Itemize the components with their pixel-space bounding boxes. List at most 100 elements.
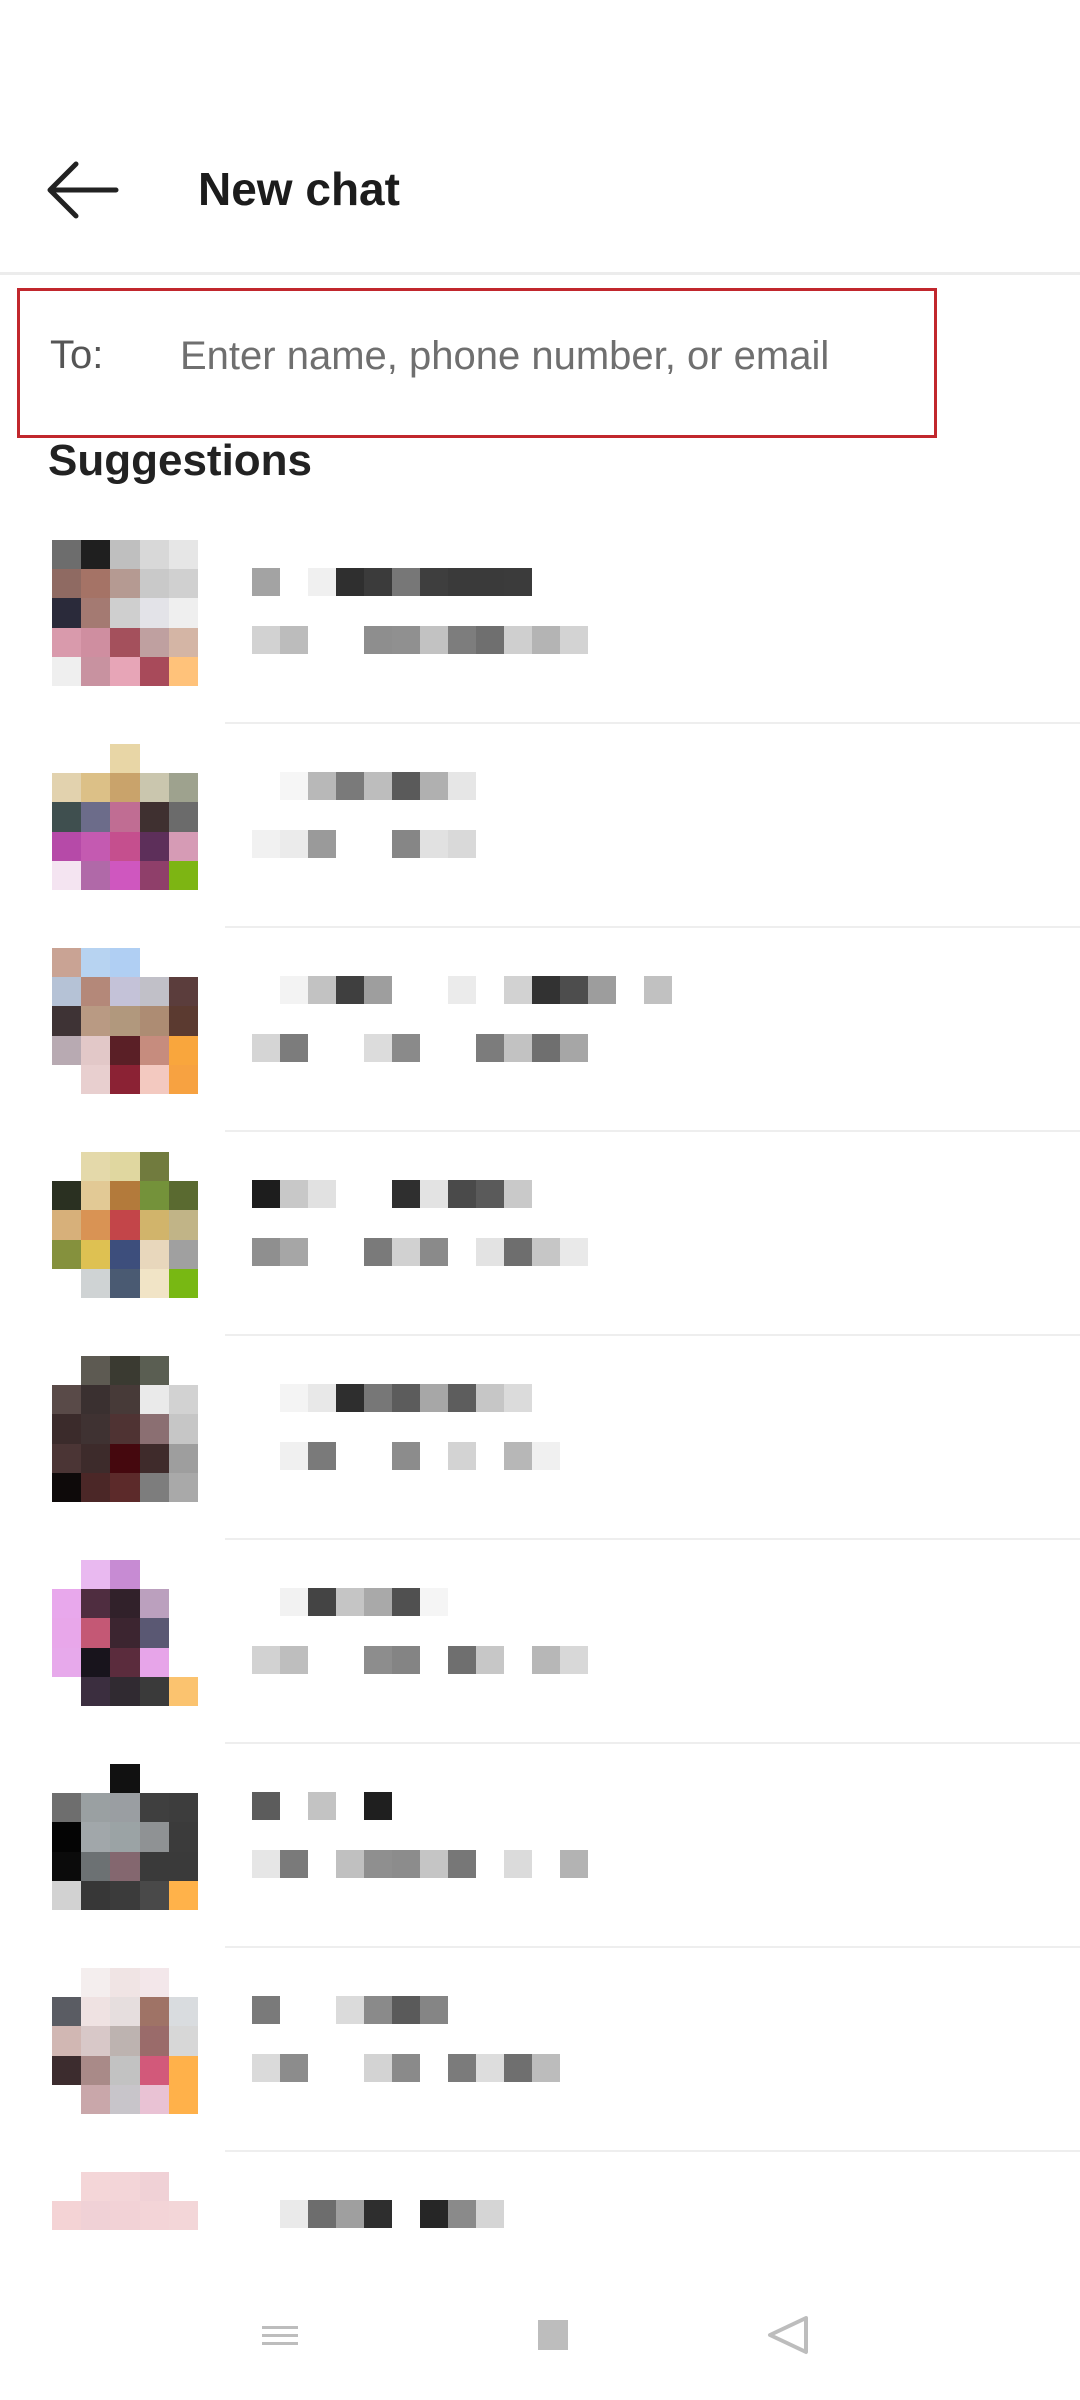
avatar-pixel (110, 1997, 140, 2027)
avatar-pixel (139, 598, 169, 628)
redaction-block (252, 976, 280, 1004)
avatar-pixel (110, 1385, 140, 1415)
contact-suggestion-row[interactable] (0, 1336, 1080, 1540)
redaction-block (392, 772, 420, 800)
contact-suggestion-row[interactable] (0, 1948, 1080, 2152)
suggestions-list (0, 520, 1080, 2356)
redaction-block (308, 1792, 336, 1820)
redaction-block (308, 830, 336, 858)
avatar-pixel (139, 2055, 169, 2085)
avatar-pixel (52, 744, 82, 774)
contact-suggestion-row[interactable] (0, 1744, 1080, 1948)
avatar-pixel (52, 1356, 82, 1386)
contact-suggestion-row[interactable] (0, 724, 1080, 928)
redaction-block (364, 1442, 392, 1470)
redaction-block (252, 1384, 280, 1412)
avatar-pixel (52, 773, 82, 803)
avatar-pixel (52, 1676, 82, 1706)
redaction-block (336, 2200, 364, 2228)
redaction-block (336, 1792, 364, 1820)
avatar-pixel (139, 1997, 169, 2027)
avatar-pixel (110, 1764, 140, 1794)
redaction-block (504, 1442, 532, 1470)
nav-back-icon[interactable] (766, 2314, 810, 2356)
contact-suggestion-row[interactable] (0, 928, 1080, 1132)
contact-detail-redacted (252, 1238, 588, 1266)
avatar-pixel (139, 1443, 169, 1473)
avatar-pixel (81, 1064, 111, 1094)
recent-apps-icon[interactable] (262, 2320, 298, 2350)
redaction-block (560, 2054, 588, 2082)
redaction-block (448, 1238, 476, 1266)
avatar-pixel (139, 1647, 169, 1677)
redaction-block (308, 2200, 336, 2228)
avatar-pixel (81, 773, 111, 803)
redaction-block (420, 1384, 448, 1412)
avatar-pixel (139, 1356, 169, 1386)
avatar-pixel (139, 1035, 169, 1065)
avatar-pixel (168, 1822, 198, 1852)
redaction-block (560, 1238, 588, 1266)
avatar-pixel (139, 1064, 169, 1094)
redaction-block (476, 2200, 504, 2228)
avatar-pixel (81, 1560, 111, 1590)
avatar-pixel (139, 656, 169, 686)
contact-suggestion-row[interactable] (0, 1540, 1080, 1744)
redaction-block (504, 568, 532, 596)
redaction-block (448, 1996, 476, 2024)
avatar-pixel (81, 1443, 111, 1473)
avatar-pixel (139, 1210, 169, 1240)
suggestions-heading: Suggestions (48, 436, 313, 485)
redaction-block (252, 2200, 280, 2228)
contact-suggestion-row[interactable] (0, 1132, 1080, 1336)
redaction-block (336, 1238, 364, 1266)
avatar-pixel (110, 1181, 140, 1211)
redaction-block (364, 1792, 392, 1820)
contact-avatar (52, 1152, 198, 1298)
avatar-pixel (81, 1764, 111, 1794)
recipient-field-container: To: (17, 288, 937, 438)
redaction-block (336, 772, 364, 800)
redaction-block (448, 976, 476, 1004)
header-divider (0, 272, 1080, 275)
redaction-block (252, 772, 280, 800)
back-arrow-icon[interactable] (38, 150, 128, 230)
home-icon[interactable] (538, 2320, 568, 2350)
contact-detail-redacted (252, 2054, 588, 2082)
avatar-pixel (52, 1851, 82, 1881)
redaction-block (336, 626, 364, 654)
avatar-pixel (139, 2026, 169, 2056)
recipient-input[interactable] (180, 321, 900, 391)
avatar-pixel (168, 1414, 198, 1444)
redaction-block (280, 1792, 308, 1820)
redaction-block (280, 1034, 308, 1062)
avatar-pixel (139, 569, 169, 599)
redaction-block (308, 1034, 336, 1062)
avatar-pixel (168, 1210, 198, 1240)
avatar-pixel (81, 1851, 111, 1881)
redaction-block (252, 626, 280, 654)
redaction-block (560, 626, 588, 654)
avatar-pixel (81, 860, 111, 890)
redaction-block (532, 1442, 560, 1470)
avatar-pixel (139, 1618, 169, 1648)
redaction-block (364, 1384, 392, 1412)
avatar-pixel (52, 1035, 82, 1065)
redaction-block (252, 2054, 280, 2082)
avatar-pixel (52, 627, 82, 657)
avatar-pixel (110, 2084, 140, 2114)
avatar-pixel (110, 2201, 140, 2231)
redaction-block (280, 1996, 308, 2024)
avatar-pixel (110, 2172, 140, 2202)
avatar-pixel (81, 1997, 111, 2027)
contact-suggestion-row[interactable] (0, 520, 1080, 724)
avatar-pixel (139, 744, 169, 774)
redaction-block (392, 2200, 420, 2228)
avatar-pixel (168, 1880, 198, 1910)
avatar-pixel (52, 948, 82, 978)
avatar-pixel (168, 1618, 198, 1648)
avatar-pixel (81, 1385, 111, 1415)
redaction-block (364, 1588, 392, 1616)
avatar-pixel (168, 569, 198, 599)
avatar-pixel (168, 802, 198, 832)
